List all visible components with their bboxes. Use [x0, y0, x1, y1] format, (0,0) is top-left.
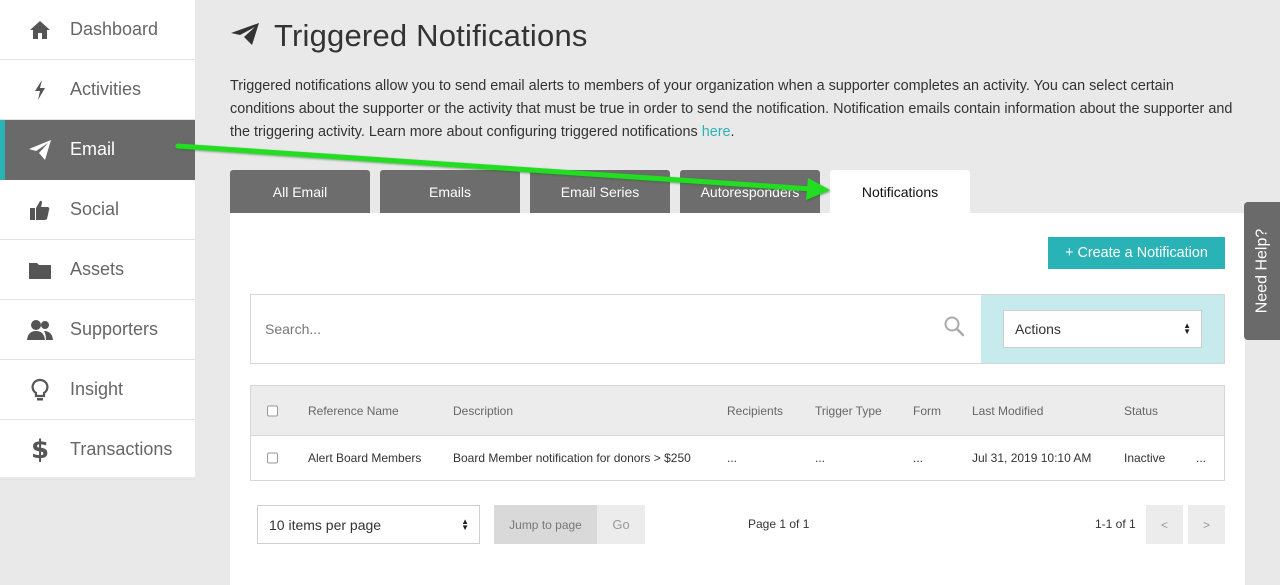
tab-emails[interactable]: Emails — [380, 170, 520, 213]
sidebar-item-dashboard[interactable]: Dashboard — [0, 0, 195, 60]
search-input[interactable] — [265, 317, 935, 341]
column-header-trigger-type[interactable]: Trigger Type — [815, 404, 882, 418]
range-info: 1-1 of 1 — [1095, 517, 1136, 531]
select-arrows-icon: ▲ ▼ — [1183, 321, 1191, 336]
items-per-page-select[interactable]: 10 items per page ▲ ▼ — [257, 505, 480, 544]
dollar-icon: $ — [30, 434, 50, 465]
cell-reference-name[interactable]: Alert Board Members — [308, 451, 421, 465]
sidebar-item-label: Dashboard — [70, 19, 159, 39]
cell-last-modified: Jul 31, 2019 10:10 AM — [972, 451, 1092, 465]
home-icon — [20, 10, 60, 50]
lightbulb-icon — [20, 370, 60, 410]
table-row[interactable]: Alert Board Members Board Member notific… — [251, 436, 1224, 480]
sidebar-item-label: Supporters — [70, 319, 159, 339]
column-header-status[interactable]: Status — [1124, 404, 1158, 418]
cell-status: Inactive — [1124, 451, 1166, 465]
cell-recipients: ... — [727, 451, 738, 465]
search-icon[interactable] — [943, 315, 965, 342]
sidebar: Dashboard Activities Email Social Assets… — [0, 0, 195, 480]
sidebar-item-transactions[interactable]: $ Transactions — [0, 420, 195, 480]
need-help-tab[interactable]: Need Help? — [1244, 202, 1280, 340]
cell-trigger-type: ... — [815, 451, 826, 465]
row-checkbox[interactable] — [267, 452, 278, 464]
tab-email-series[interactable]: Email Series — [530, 170, 670, 213]
page-info: Page 1 of 1 — [748, 517, 810, 531]
select-arrows-icon: ▲ ▼ — [461, 516, 469, 532]
page-header: Triggered Notifications — [230, 18, 588, 54]
sidebar-item-insight[interactable]: Insight — [0, 360, 195, 420]
items-per-page-value: 10 items per page — [269, 516, 382, 533]
column-header-reference-name[interactable]: Reference Name — [308, 404, 399, 418]
actions-select-value: Actions — [1015, 321, 1061, 337]
search-box — [251, 295, 981, 363]
intro-text: Triggered notifications allow you to sen… — [230, 75, 1240, 144]
notifications-table: Reference Name Description Recipients Tr… — [250, 385, 1225, 481]
sidebar-item-label: Assets — [70, 259, 125, 279]
sidebar-item-email[interactable]: Email — [0, 120, 195, 180]
tab-autoresponders[interactable]: Autoresponders — [680, 170, 820, 213]
search-bar: Actions ▲▼ — [250, 294, 1225, 364]
thumbs-up-icon — [20, 190, 60, 230]
actions-select[interactable]: Actions ▲ ▼ — [1003, 310, 1202, 348]
sidebar-item-assets[interactable]: Assets — [0, 240, 195, 300]
cell-description: Board Member notification for donors > $… — [453, 451, 691, 465]
column-header-recipients[interactable]: Recipients — [727, 404, 783, 418]
tab-notifications[interactable]: Notifications — [830, 170, 970, 213]
next-page-button[interactable]: > — [1188, 505, 1225, 544]
sidebar-item-label: Activities — [70, 79, 142, 99]
sidebar-item-activities[interactable]: Activities — [0, 60, 195, 120]
notifications-panel: + Create a Notification Actions ▲▼ Refer… — [230, 213, 1245, 585]
cell-form: ... — [913, 451, 924, 465]
sidebar-item-label: Email — [70, 139, 116, 159]
bolt-icon — [20, 70, 60, 110]
sidebar-item-social[interactable]: Social — [0, 180, 195, 240]
sidebar-item-supporters[interactable]: Supporters — [0, 300, 195, 360]
paper-plane-icon — [20, 130, 60, 170]
sidebar-item-label: Insight — [70, 379, 124, 399]
create-notification-button[interactable]: + Create a Notification — [1048, 237, 1225, 269]
prev-page-button[interactable]: < — [1146, 505, 1183, 544]
intro-end: . — [730, 124, 735, 140]
jump-to-page-input[interactable]: Jump to page — [494, 505, 597, 544]
actions-area: Actions ▲ ▼ — [981, 295, 1224, 363]
page-title: Triggered Notifications — [274, 18, 588, 53]
column-header-last-modified[interactable]: Last Modified — [972, 404, 1043, 418]
column-header-form[interactable]: Form — [913, 404, 941, 418]
users-icon — [20, 310, 60, 350]
column-header-description[interactable]: Description — [453, 404, 513, 418]
paper-plane-icon — [230, 22, 260, 51]
need-help-label: Need Help? — [1253, 228, 1270, 314]
sidebar-item-label: Transactions — [70, 439, 173, 459]
table-header: Reference Name Description Recipients Tr… — [251, 386, 1224, 436]
folder-icon — [20, 250, 60, 290]
go-button[interactable]: Go — [597, 505, 645, 544]
learn-more-link[interactable]: here — [702, 124, 731, 140]
sidebar-item-label: Social — [70, 199, 120, 219]
select-all-checkbox[interactable] — [267, 405, 278, 416]
tab-all-email[interactable]: All Email — [230, 170, 370, 213]
row-more-menu[interactable]: ... — [1196, 451, 1206, 465]
